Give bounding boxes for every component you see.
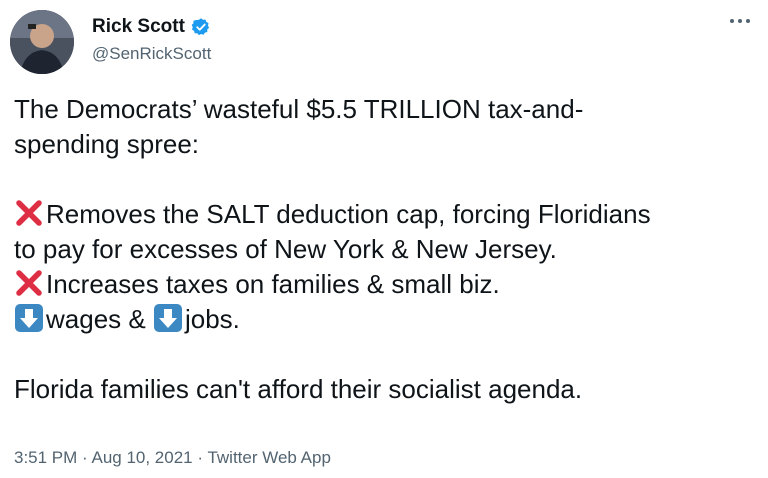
author-handle[interactable]: @SenRickScott <box>92 44 211 64</box>
author-name[interactable]: Rick Scott <box>92 16 185 38</box>
avatar-photo <box>10 10 74 74</box>
tweet-line: Increases taxes on families & small biz. <box>14 267 759 302</box>
verified-badge-icon <box>191 18 210 36</box>
tweet-line: Removes the SALT deduction cap, forcing … <box>14 197 759 232</box>
tweet-metadata: 3:51 PM · Aug 10, 2021 · Twitter Web App <box>14 448 331 468</box>
more-options-icon[interactable] <box>726 14 754 28</box>
avatar[interactable] <box>10 10 74 74</box>
tweet-line-text: wages & <box>46 304 153 334</box>
tweet-date[interactable]: Aug 10, 2021 <box>91 448 192 467</box>
tweet-line-text: Removes the SALT deduction cap, forcing … <box>46 199 651 229</box>
tweet-line: The Democrats’ wasteful $5.5 TRILLION ta… <box>14 94 584 124</box>
tweet-time[interactable]: 3:51 PM <box>14 448 77 467</box>
red-cross-mark-icon <box>16 200 42 226</box>
tweet-line-text: jobs. <box>184 304 240 334</box>
tweet-line: spending spree: <box>14 129 200 159</box>
tweet-line-text: Increases taxes on families & small biz. <box>46 269 500 299</box>
down-arrow-icon <box>153 304 182 332</box>
down-arrow-icon <box>15 304 43 332</box>
tweet-line: wages & jobs. <box>14 302 759 337</box>
tweet-source[interactable]: Twitter Web App <box>207 448 330 467</box>
separator: · <box>192 448 208 467</box>
tweet-text: The Democrats’ wasteful $5.5 TRILLION ta… <box>14 92 759 407</box>
tweet-line: to pay for excesses of New York & New Je… <box>14 234 557 264</box>
separator: · <box>77 448 92 467</box>
author-row: Rick Scott <box>92 16 211 38</box>
red-cross-mark-icon <box>16 270 42 296</box>
tweet-line: Florida families can't afford their soci… <box>14 374 583 404</box>
